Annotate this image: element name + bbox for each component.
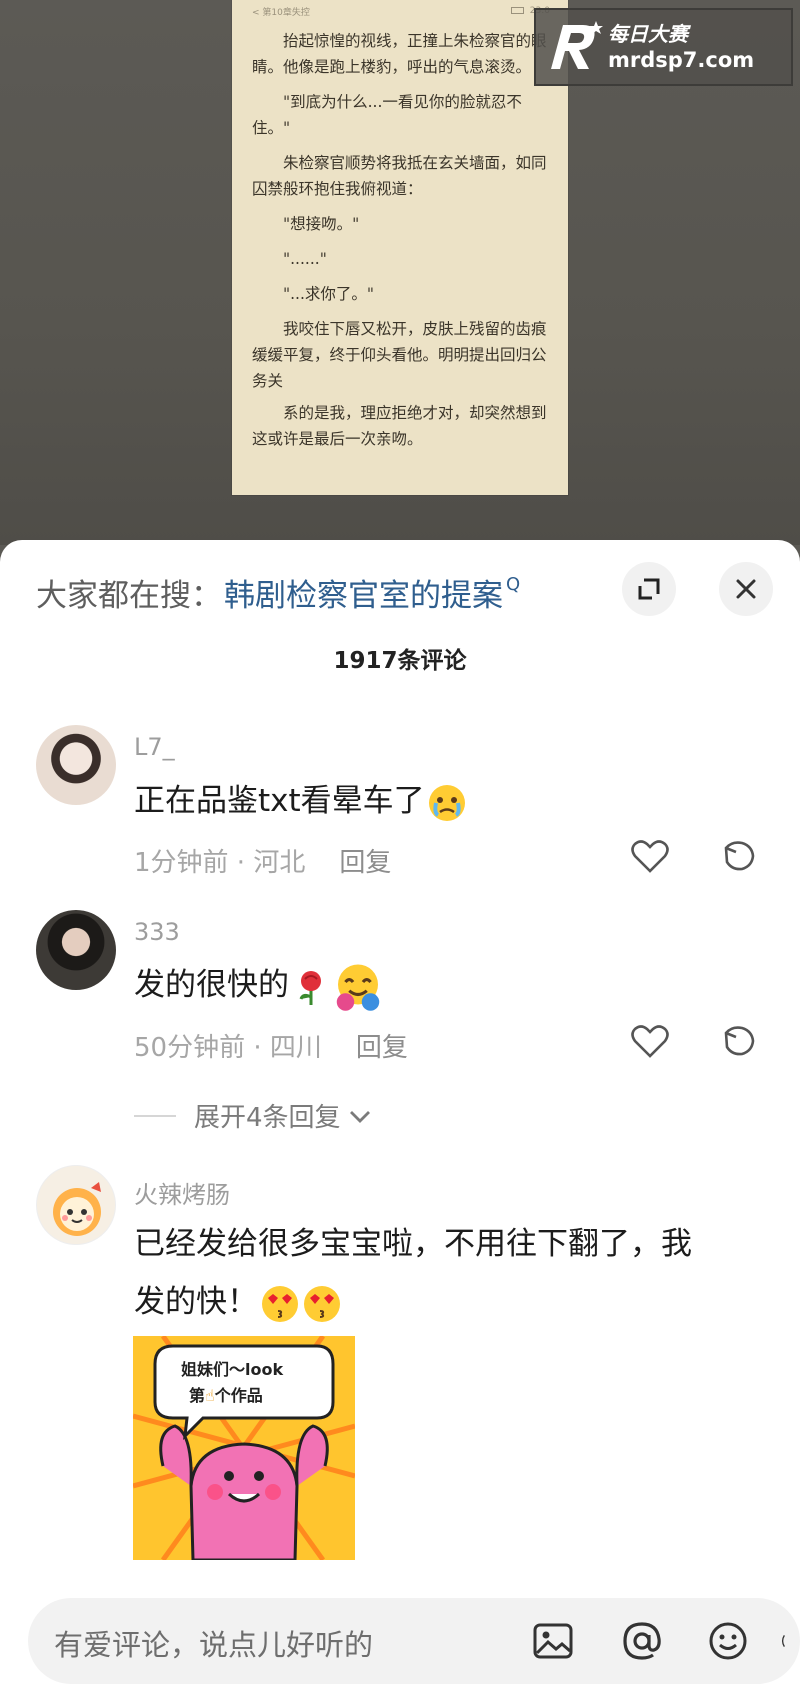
novel-paragraph: "到底为什么...一看见你的脸就忍不住。" (252, 93, 522, 137)
comment-text-content: 发的很快的 (134, 967, 289, 1003)
trending-search[interactable]: 大家都在搜： 韩剧检察官室的提案 Q (36, 570, 520, 614)
like-icon[interactable] (630, 1023, 670, 1059)
comment-text: 已经发给很多宝宝啦，不用往下翻了，我 (134, 1214, 800, 1274)
novel-paragraph: 我咬住下唇又松开，皮肤上残留的齿痕缓缓平复，终于仰头看他。明明提出回归公务关 (252, 320, 547, 390)
comment-time-location: 50分钟前 · 四川 (134, 1033, 322, 1063)
comment-text-content: 发的快！ (134, 1284, 258, 1320)
comment-author[interactable]: L7_ (134, 733, 175, 761)
cartoon-avatar-icon (53, 1182, 101, 1236)
comment-time-location: 1分钟前 · 河北 (134, 848, 306, 878)
mention-icon[interactable] (619, 1618, 665, 1664)
comment-text-content: 已经发给很多宝宝啦，不用往下翻了，我 (134, 1226, 692, 1262)
avatar[interactable] (36, 910, 116, 990)
expand-icon (638, 578, 660, 600)
comment-count: 1917条评论 (333, 648, 467, 674)
watermark-logo-icon (536, 10, 608, 84)
dislike-icon[interactable] (720, 1023, 758, 1059)
more-icon[interactable] (780, 1618, 800, 1664)
divider (134, 1114, 176, 1117)
rose-icon (299, 970, 321, 1005)
heart-eyes-kiss-icon (304, 1285, 340, 1322)
sticker-caption-line3: 个作品 (214, 1386, 263, 1405)
novel-paragraph: 抬起惊惶的视线，正撞上朱检察官的眼睛。他像是跑上楼豹，呼出的气息滚烫。 (252, 32, 547, 76)
crying-face-icon (428, 784, 465, 821)
novel-text: 抬起惊惶的视线，正撞上朱检察官的眼睛。他像是跑上楼豹，呼出的气息滚烫。 "到底为… (252, 28, 548, 461)
comment-input-placeholder[interactable]: 有爱评论，说点儿好听的 (54, 1622, 373, 1664)
reply-button[interactable]: 回复 (339, 842, 391, 879)
comment-text: 发的快！ (134, 1272, 800, 1332)
video-background[interactable]: < 第10章失控 23:0 抬起惊惶的视线，正撞上朱检察官的眼睛。他像是跑上楼豹… (0, 0, 800, 545)
dislike-icon[interactable] (720, 838, 758, 874)
expand-button[interactable] (622, 562, 676, 616)
search-icon: Q (506, 574, 521, 595)
battery-icon (510, 7, 524, 14)
comment-text-content: 正在品鉴txt看晕车了 (134, 783, 425, 819)
close-button[interactable] (719, 562, 773, 616)
novel-paragraph: "...求你了。" (283, 285, 375, 303)
comment-meta: 50分钟前 · 四川 回复 (134, 1027, 408, 1064)
novel-paragraph: "......" (283, 250, 327, 268)
trending-search-link[interactable]: 韩剧检察官室的提案 (224, 570, 503, 615)
emoji-picker-icon[interactable] (705, 1618, 751, 1664)
watermark-url: mrdsp7.com (608, 48, 755, 72)
heart-eyes-kiss-icon (262, 1285, 298, 1322)
reply-button[interactable]: 回复 (356, 1027, 408, 1064)
novel-screenshot: < 第10章失控 23:0 抬起惊惶的视线，正撞上朱检察官的眼睛。他像是跑上楼豹… (232, 0, 568, 495)
comment-sheet: 大家都在搜： 韩剧检察官室的提案 Q 1917条评论 (0, 540, 800, 1704)
watermark-title: 每日大赛 (608, 22, 688, 46)
comment-sticker-image[interactable]: 姐妹们～look 第☝个作品 (133, 1336, 355, 1560)
pointing-hand-icon: ☝ (205, 1386, 215, 1405)
close-icon (736, 579, 756, 599)
image-picker-icon[interactable] (530, 1618, 576, 1664)
comment-author[interactable]: 333 (134, 918, 180, 946)
happy-blush-face-icon (336, 964, 380, 1011)
like-icon[interactable] (630, 838, 670, 874)
chevron-down-icon (349, 1110, 370, 1123)
book-chapter-label: < 第10章失控 (252, 7, 310, 18)
expand-replies-label: 展开4条回复 (194, 1103, 341, 1133)
book-status-bar: < 第10章失控 23:0 (252, 4, 550, 18)
avatar[interactable] (36, 725, 116, 805)
novel-paragraph: 系的是我，理应拒绝才对，却突然想到这或许是最后一次亲吻。 (252, 404, 547, 448)
novel-paragraph: "想接吻。" (283, 215, 360, 233)
comment-input-bar[interactable]: 有爱评论，说点儿好听的 (28, 1598, 800, 1684)
site-watermark: 每日大赛 mrdsp7.com (534, 8, 793, 86)
sticker-caption-line1: 姐妹们～look (181, 1360, 284, 1379)
comment-text: 发的很快的 (134, 955, 800, 1015)
comment-text: 正在品鉴txt看晕车了 (134, 771, 800, 831)
avatar[interactable] (36, 1165, 116, 1245)
novel-paragraph: 朱检察官顺势将我抵在玄关墙面，如同囚禁般环抱住我俯视道： (252, 154, 547, 198)
trending-search-label: 大家都在搜： (36, 577, 222, 614)
expand-replies-button[interactable]: 展开4条回复 (134, 1097, 373, 1134)
sticker-caption-line2: 第 (189, 1386, 206, 1405)
comment-meta: 1分钟前 · 河北 回复 (134, 842, 391, 879)
comment-author[interactable]: 火辣烤肠 (134, 1175, 230, 1210)
